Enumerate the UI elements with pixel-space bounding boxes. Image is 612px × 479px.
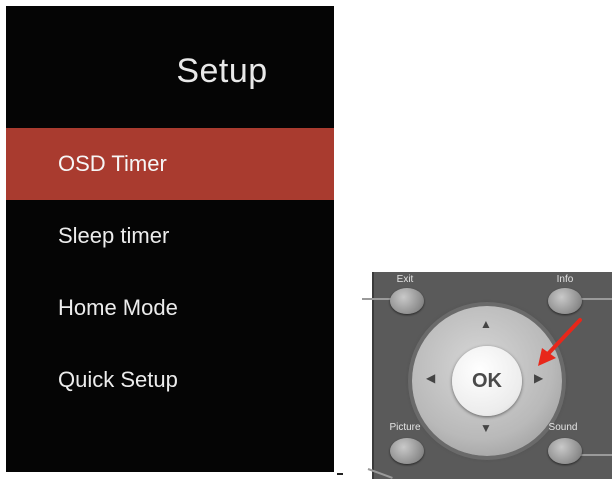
menu-item-osd-timer[interactable]: OSD Timer xyxy=(6,128,334,200)
sound-button[interactable] xyxy=(548,438,582,464)
stage: Setup OSD Timer Sleep timer Home Mode Qu… xyxy=(0,0,612,479)
divider-mark xyxy=(337,473,343,475)
ok-label: OK xyxy=(472,369,502,392)
red-pointer-arrow-icon xyxy=(538,318,582,366)
menu-item-label: OSD Timer xyxy=(58,151,167,176)
exit-label: Exit xyxy=(396,274,414,285)
exit-button[interactable] xyxy=(390,288,424,314)
info-label: Info xyxy=(556,274,574,285)
menu-title: Setup xyxy=(176,52,268,90)
ok-button[interactable]: OK xyxy=(452,346,522,416)
info-button[interactable] xyxy=(548,288,582,314)
left-arrow-icon[interactable]: ◀ xyxy=(426,372,435,384)
menu-item-label: Home Mode xyxy=(58,295,178,320)
menu-item-sleep-timer[interactable]: Sleep timer xyxy=(6,200,334,272)
remote-control-image: Exit Info ▲ ▼ ◀ ▶ OK Picture Sound xyxy=(362,272,612,479)
picture-button[interactable] xyxy=(390,438,424,464)
sound-label: Sound xyxy=(548,422,578,433)
menu-item-home-mode[interactable]: Home Mode xyxy=(6,272,334,344)
menu-item-label: Sleep timer xyxy=(58,223,170,248)
setup-menu-panel: Setup OSD Timer Sleep timer Home Mode Qu… xyxy=(6,6,334,472)
sound-pointer-line xyxy=(580,454,612,456)
picture-label: Picture xyxy=(389,422,421,433)
down-arrow-icon[interactable]: ▼ xyxy=(480,422,492,434)
up-arrow-icon[interactable]: ▲ xyxy=(480,318,492,330)
menu-item-quick-setup[interactable]: Quick Setup xyxy=(6,344,334,416)
info-pointer-line xyxy=(580,298,612,300)
menu-list: OSD Timer Sleep timer Home Mode Quick Se… xyxy=(6,128,334,416)
right-arrow-icon[interactable]: ▶ xyxy=(534,372,543,384)
menu-item-label: Quick Setup xyxy=(58,367,178,392)
exit-pointer-line xyxy=(362,298,392,300)
